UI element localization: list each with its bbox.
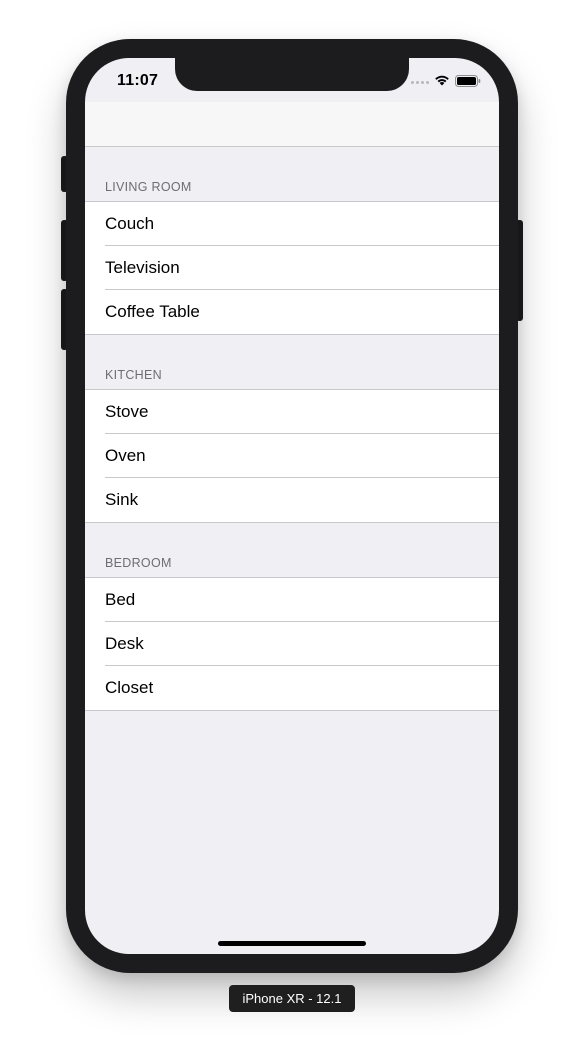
status-time: 11:07 [117,72,159,89]
row-label: Bed [105,590,136,609]
section-living-room: LIVING ROOM Couch Television Coffee Tabl… [85,147,499,335]
table-row[interactable]: Stove [85,390,499,434]
section-header: BEDROOM [85,523,499,578]
row-label: Stove [105,402,149,421]
grouped-table-view: LIVING ROOM Couch Television Coffee Tabl… [85,147,499,711]
signal-dots-icon [411,78,431,84]
section-body: Stove Oven Sink [85,390,499,523]
table-row[interactable]: Coffee Table [85,290,499,334]
row-label: Coffee Table [105,302,200,321]
navigation-bar [85,102,499,147]
table-row[interactable]: Sink [85,478,499,522]
table-row[interactable]: Bed [85,578,499,622]
row-label: Television [105,258,180,277]
section-header-label: KITCHEN [105,368,162,382]
table-row[interactable]: Television [85,246,499,290]
section-header-label: LIVING ROOM [105,180,192,194]
table-row[interactable]: Oven [85,434,499,478]
section-body: Bed Desk Closet [85,578,499,711]
section-kitchen: KITCHEN Stove Oven Sink [85,335,499,523]
row-label: Sink [105,490,139,509]
table-row[interactable]: Desk [85,622,499,666]
row-label: Oven [105,446,146,465]
section-body: Couch Television Coffee Table [85,202,499,335]
screen: 11:07 LIVING ROOM Couch Television Coffe… [85,58,499,954]
section-header: KITCHEN [85,335,499,390]
home-indicator[interactable] [218,941,366,946]
row-label: Desk [105,634,144,653]
device-notch [175,58,409,91]
section-header: LIVING ROOM [85,147,499,202]
wifi-icon [435,75,449,86]
section-bedroom: BEDROOM Bed Desk Closet [85,523,499,711]
simulator-device-label: iPhone XR - 12.1 [229,985,355,1012]
table-row[interactable]: Closet [85,666,499,710]
table-row[interactable]: Couch [85,202,499,246]
section-header-label: BEDROOM [105,556,172,570]
row-label: Closet [105,678,154,697]
battery-icon [455,75,481,87]
row-label: Couch [105,214,155,233]
